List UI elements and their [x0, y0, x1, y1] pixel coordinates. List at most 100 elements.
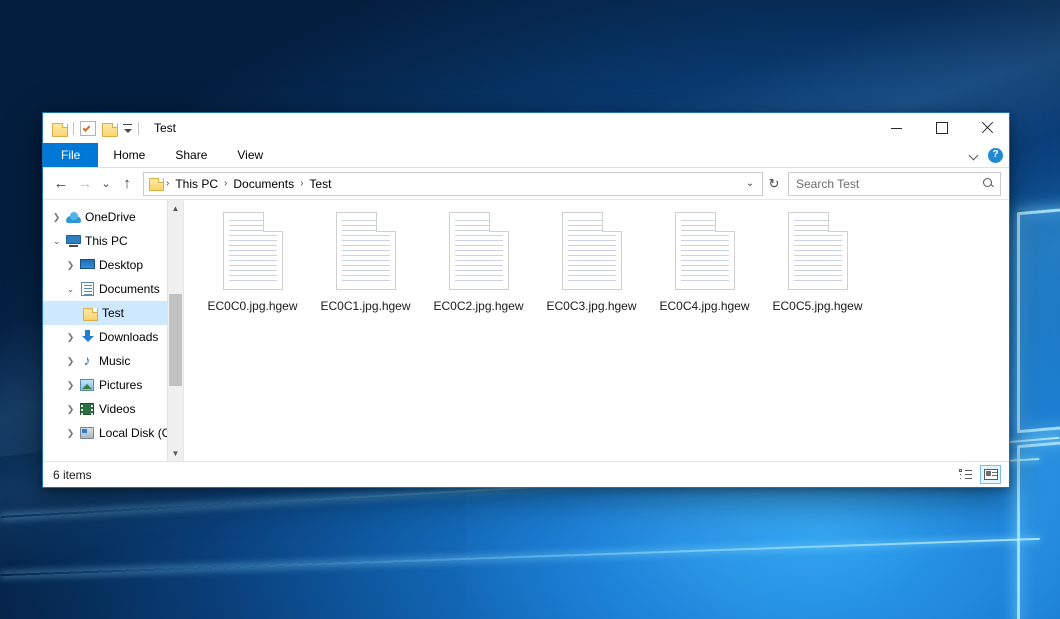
sidebar-item-label: Desktop	[99, 258, 143, 272]
sidebar-item-label: Videos	[99, 402, 135, 416]
file-item[interactable]: EC0C3.jpg.hgew	[535, 210, 648, 342]
desktop-icon	[78, 259, 96, 271]
explorer-body: ❯ OneDrive ⌄ This PC ❯ Desktop ⌄ Documen…	[43, 199, 1009, 461]
chevron-right-icon[interactable]: ❯	[63, 380, 78, 391]
window-title: Test	[154, 121, 176, 135]
file-item[interactable]: EC0C1.jpg.hgew	[309, 210, 422, 342]
file-name: EC0C3.jpg.hgew	[546, 299, 636, 313]
scrollbar-thumb[interactable]	[169, 294, 182, 386]
chevron-down-icon[interactable]: ⌄	[63, 284, 78, 295]
file-name: EC0C2.jpg.hgew	[433, 299, 523, 313]
breadcrumb-folder-icon	[149, 177, 164, 190]
computer-icon	[64, 235, 82, 247]
breadcrumb-separator-1: ›	[222, 178, 229, 189]
sidebar-item-documents[interactable]: ⌄ Documents	[43, 277, 183, 301]
close-button[interactable]	[964, 113, 1009, 143]
tab-view[interactable]: View	[222, 143, 278, 167]
minimize-button[interactable]	[874, 113, 919, 143]
file-name: EC0C1.jpg.hgew	[320, 299, 410, 313]
address-dropdown-chevron-down-icon[interactable]: ⌄	[740, 174, 760, 194]
qat-divider	[73, 122, 74, 135]
sidebar-item-label: Local Disk (C:)	[99, 426, 178, 440]
breadcrumb-separator-0: ›	[164, 178, 171, 189]
chevron-right-icon[interactable]: ❯	[63, 260, 78, 271]
address-bar: ← → ⌄ ↑ › This PC › Documents › Test ⌄ ↻…	[43, 168, 1009, 199]
search-input[interactable]: Search Test	[796, 177, 983, 191]
generic-file-icon	[223, 212, 283, 290]
refresh-icon[interactable]: ↻	[763, 176, 785, 192]
sidebar-item-music[interactable]: ❯ ♪ Music	[43, 349, 183, 373]
sidebar-item-label: Music	[99, 354, 130, 368]
help-icon[interactable]: ?	[988, 148, 1003, 163]
generic-file-icon	[336, 212, 396, 290]
expand-ribbon-chevron-down-icon[interactable]	[970, 151, 979, 160]
chevron-right-icon[interactable]: ❯	[63, 404, 78, 415]
recent-locations-chevron-down-icon[interactable]: ⌄	[97, 172, 115, 196]
search-icon[interactable]	[983, 178, 994, 189]
properties-checkbox-icon[interactable]	[80, 121, 96, 136]
generic-file-icon	[675, 212, 735, 290]
navigation-pane-scrollbar[interactable]: ▲ ▼	[167, 200, 183, 461]
breadcrumb[interactable]: › This PC › Documents › Test ⌄	[143, 172, 763, 196]
file-explorer-window: Test File Home Share View ? ← → ⌄ ↑ › Th…	[42, 112, 1010, 488]
breadcrumb-separator-2: ›	[298, 178, 305, 189]
quick-access-toolbar: Test	[43, 121, 176, 136]
chevron-right-icon[interactable]: ❯	[63, 356, 78, 367]
tab-share[interactable]: Share	[160, 143, 222, 167]
pictures-icon	[78, 379, 96, 391]
chevron-right-icon[interactable]: ❯	[63, 332, 78, 343]
file-item[interactable]: EC0C0.jpg.hgew	[196, 210, 309, 342]
details-view-button[interactable]	[955, 465, 976, 484]
scroll-down-arrow-icon[interactable]: ▼	[168, 445, 183, 461]
chevron-right-icon[interactable]: ❯	[49, 212, 64, 223]
sidebar-item-this-pc[interactable]: ⌄ This PC	[43, 229, 183, 253]
sidebar-item-videos[interactable]: ❯ Videos	[43, 397, 183, 421]
explorer-folder-icon	[52, 122, 67, 135]
large-icons-view-button[interactable]	[980, 465, 1001, 484]
scroll-up-arrow-icon[interactable]: ▲	[168, 200, 183, 216]
scrollbar-track[interactable]	[168, 216, 183, 445]
breadcrumb-item-this-pc[interactable]: This PC	[171, 177, 222, 191]
sidebar-item-pictures[interactable]: ❯ Pictures	[43, 373, 183, 397]
cloud-icon	[64, 212, 82, 223]
file-list-pane[interactable]: EC0C0.jpg.hgew EC0C1.jpg.hgew EC0C2.jpg.…	[184, 200, 1009, 461]
disk-icon	[78, 427, 96, 439]
forward-button[interactable]: →	[73, 172, 97, 196]
file-item[interactable]: EC0C4.jpg.hgew	[648, 210, 761, 342]
sidebar-item-label: OneDrive	[85, 210, 136, 224]
navigation-pane: ❯ OneDrive ⌄ This PC ❯ Desktop ⌄ Documen…	[43, 200, 183, 461]
music-icon: ♪	[78, 354, 96, 368]
customize-quick-access-caret-icon[interactable]	[123, 124, 132, 133]
file-name: EC0C5.jpg.hgew	[772, 299, 862, 313]
folder-icon	[81, 307, 99, 320]
downloads-icon	[78, 330, 96, 344]
breadcrumb-item-documents[interactable]: Documents	[229, 177, 298, 191]
sidebar-item-label: This PC	[85, 234, 128, 248]
sidebar-item-label: Test	[102, 306, 124, 320]
sidebar-item-test[interactable]: Test	[43, 301, 183, 325]
sidebar-item-downloads[interactable]: ❯ Downloads	[43, 325, 183, 349]
sidebar-item-desktop[interactable]: ❯ Desktop	[43, 253, 183, 277]
tab-home[interactable]: Home	[98, 143, 160, 167]
file-item[interactable]: EC0C5.jpg.hgew	[761, 210, 874, 342]
breadcrumb-item-test[interactable]: Test	[305, 177, 335, 191]
tab-file[interactable]: File	[43, 143, 98, 167]
chevron-right-icon[interactable]: ❯	[63, 428, 78, 439]
sidebar-item-onedrive[interactable]: ❯ OneDrive	[43, 205, 183, 229]
windows-logo-pane-top-left	[1017, 198, 1060, 434]
back-button[interactable]: ←	[49, 172, 73, 196]
search-box[interactable]: Search Test	[788, 172, 1001, 196]
qat-divider-2	[138, 122, 139, 135]
title-bar: Test	[43, 113, 1009, 143]
window-controls	[874, 113, 1009, 143]
chevron-down-icon[interactable]: ⌄	[49, 236, 64, 247]
ribbon-right-controls: ?	[970, 143, 1003, 167]
up-button[interactable]: ↑	[115, 172, 139, 196]
sidebar-item-local-disk[interactable]: ❯ Local Disk (C:)	[43, 421, 183, 445]
new-folder-icon[interactable]	[102, 122, 117, 135]
maximize-button[interactable]	[919, 113, 964, 143]
sidebar-item-label: Pictures	[99, 378, 142, 392]
ribbon-tab-bar: File Home Share View ?	[43, 143, 1009, 168]
file-item[interactable]: EC0C2.jpg.hgew	[422, 210, 535, 342]
documents-icon	[78, 282, 96, 296]
